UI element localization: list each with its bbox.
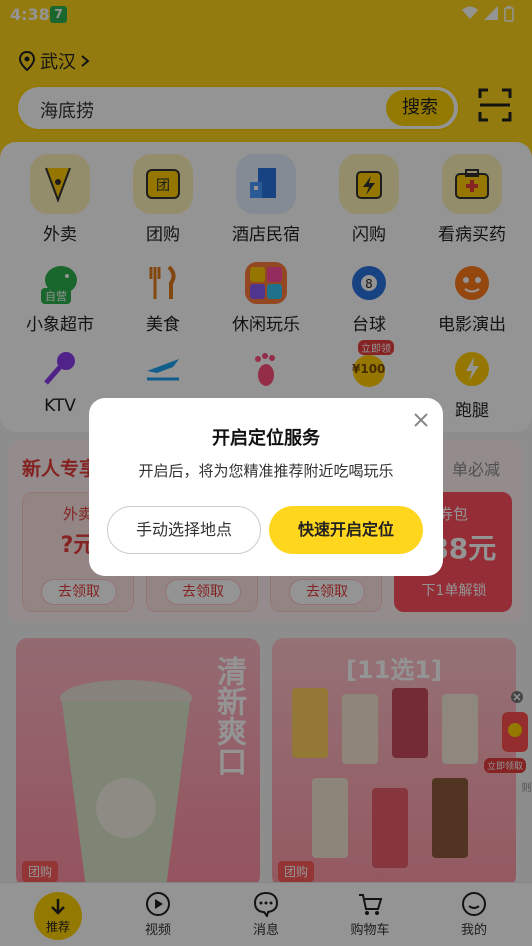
dialog-message: 开启后，将为您精准推荐附近吃喝玩乐 — [138, 462, 394, 480]
dialog-title: 开启定位服务 — [212, 428, 320, 449]
manual-location-button[interactable]: 手动选择地点 — [107, 506, 261, 554]
location-permission-dialog: 开启定位服务 开启后，将为您精准推荐附近吃喝玩乐 手动选择地点 快速开启定位 — [89, 398, 443, 576]
meituan-home-page: 4:38 7 武汉 海底捞 搜索 外卖 团 团购 酒店民宿 闪购 看病买药 自营… — [0, 0, 532, 946]
enable-location-button[interactable]: 快速开启定位 — [269, 506, 423, 554]
